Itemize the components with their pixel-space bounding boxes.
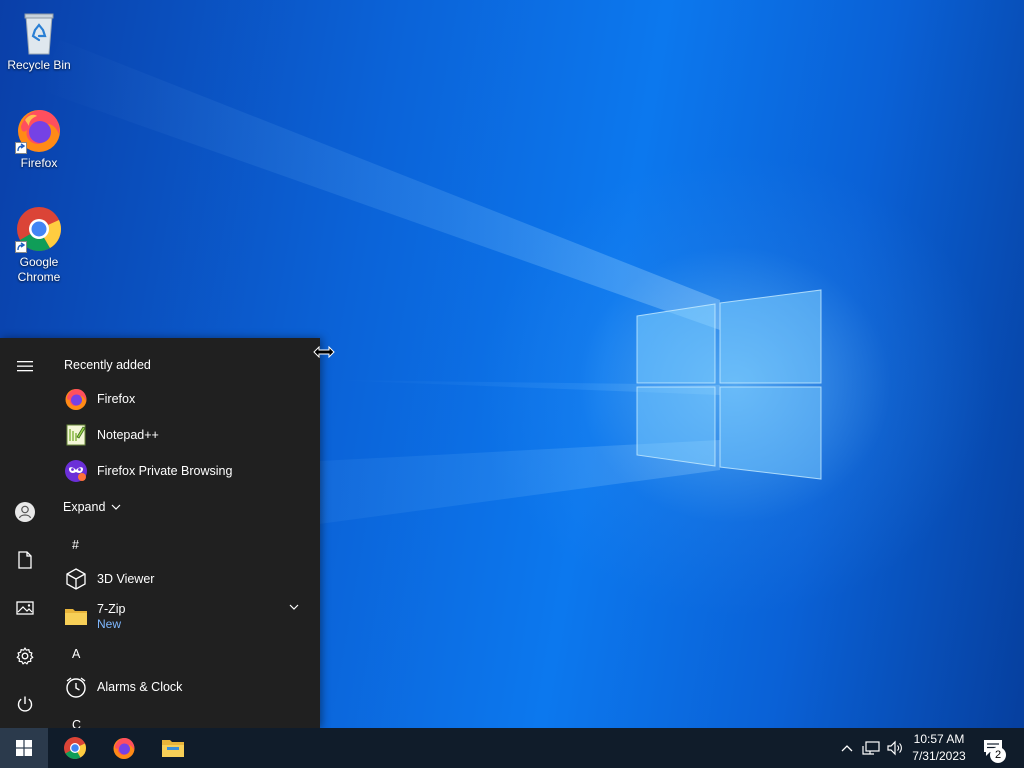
- app-item-label: Alarms & Clock: [97, 680, 183, 694]
- menu-icon: [17, 361, 33, 372]
- documents-button[interactable]: [0, 540, 50, 580]
- taskbar-clock[interactable]: 10:57 AM 7/31/2023: [906, 731, 972, 765]
- notification-count-badge: 2: [990, 747, 1006, 763]
- firefox-icon: [64, 387, 88, 411]
- recycle-bin-icon: [15, 8, 63, 56]
- windows-logo-wallpaper: [636, 289, 822, 480]
- windows-logo-icon: [16, 740, 32, 756]
- user-icon: [15, 502, 35, 522]
- firefox-icon: [15, 106, 63, 154]
- group-header-a[interactable]: A: [72, 647, 80, 661]
- desktop-icon-firefox[interactable]: Firefox: [1, 106, 77, 171]
- taskbar: 10:57 AM 7/31/2023: [0, 728, 1024, 768]
- app-item-alarms-clock[interactable]: Alarms & Clock: [50, 670, 312, 704]
- pictures-button[interactable]: [0, 588, 50, 628]
- document-icon: [18, 551, 32, 569]
- app-item-label: Firefox Private Browsing: [97, 464, 233, 478]
- app-item-3d-viewer[interactable]: 3D Viewer: [50, 562, 312, 596]
- settings-icon: [16, 647, 34, 665]
- pictures-icon: [16, 601, 34, 615]
- account-button[interactable]: [0, 492, 50, 532]
- firefox-private-icon: [64, 459, 88, 483]
- power-button[interactable]: [0, 684, 50, 724]
- chevron-down-icon: [111, 504, 121, 510]
- group-header-c[interactable]: C: [72, 718, 81, 728]
- desktop-icon-label: Google Chrome: [17, 255, 61, 284]
- start-menu: Recently added Firefox Notepad++ Firefox…: [0, 338, 320, 728]
- clock-time: 10:57 AM: [913, 732, 965, 746]
- app-item-label: 7-Zip: [97, 601, 126, 616]
- expand-button[interactable]: Expand: [50, 490, 130, 524]
- volume-button[interactable]: [884, 728, 906, 768]
- app-item-label: Notepad++: [97, 428, 159, 442]
- speaker-icon: [887, 740, 902, 756]
- group-header-hash[interactable]: #: [72, 538, 79, 552]
- desktop-icon-label: Firefox: [20, 156, 58, 170]
- new-badge: New: [97, 616, 122, 631]
- show-hidden-icons-button[interactable]: [838, 728, 856, 768]
- chrome-icon: [15, 205, 63, 253]
- app-item-notepadpp[interactable]: Notepad++: [50, 418, 312, 452]
- desktop-icon-recycle-bin[interactable]: Recycle Bin: [1, 8, 77, 73]
- taskbar-firefox-button[interactable]: [101, 728, 147, 768]
- start-menu-app-list[interactable]: Recently added Firefox Notepad++ Firefox…: [50, 338, 320, 728]
- taskbar-chrome-button[interactable]: [52, 728, 98, 768]
- app-item-7zip[interactable]: 7-Zip New: [50, 598, 312, 634]
- firefox-icon: [113, 738, 135, 759]
- cube-icon: [64, 567, 88, 591]
- clock-date: 7/31/2023: [912, 749, 966, 763]
- settings-button[interactable]: [0, 636, 50, 676]
- app-item-label: 3D Viewer: [97, 572, 155, 586]
- chevron-down-icon[interactable]: [289, 604, 299, 610]
- app-item-firefox[interactable]: Firefox: [50, 382, 312, 416]
- start-menu-rail: [0, 338, 50, 728]
- power-icon: [17, 696, 33, 712]
- expand-label: Expand: [63, 500, 106, 514]
- start-menu-hamburger-button[interactable]: [0, 346, 50, 386]
- chrome-icon: [64, 737, 86, 759]
- alarm-clock-icon: [64, 675, 88, 699]
- folder-icon: [64, 604, 88, 628]
- shortcut-arrow-icon: [15, 142, 27, 154]
- desktop-icon-label: Recycle Bin: [7, 58, 71, 72]
- app-item-firefox-private[interactable]: Firefox Private Browsing: [50, 454, 312, 488]
- desktop-icon-chrome[interactable]: Google Chrome: [1, 205, 77, 285]
- recently-added-header: Recently added: [64, 358, 151, 372]
- start-button[interactable]: [0, 728, 48, 768]
- taskbar-file-explorer-button[interactable]: [150, 728, 196, 768]
- resize-cursor-icon: [313, 345, 335, 363]
- file-explorer-icon: [162, 740, 184, 757]
- network-button[interactable]: [860, 728, 882, 768]
- chevron-up-icon: [841, 745, 853, 752]
- network-icon: [862, 741, 880, 755]
- app-item-label: Firefox: [97, 392, 136, 406]
- notepadpp-icon: [64, 423, 88, 447]
- shortcut-arrow-icon: [15, 241, 27, 253]
